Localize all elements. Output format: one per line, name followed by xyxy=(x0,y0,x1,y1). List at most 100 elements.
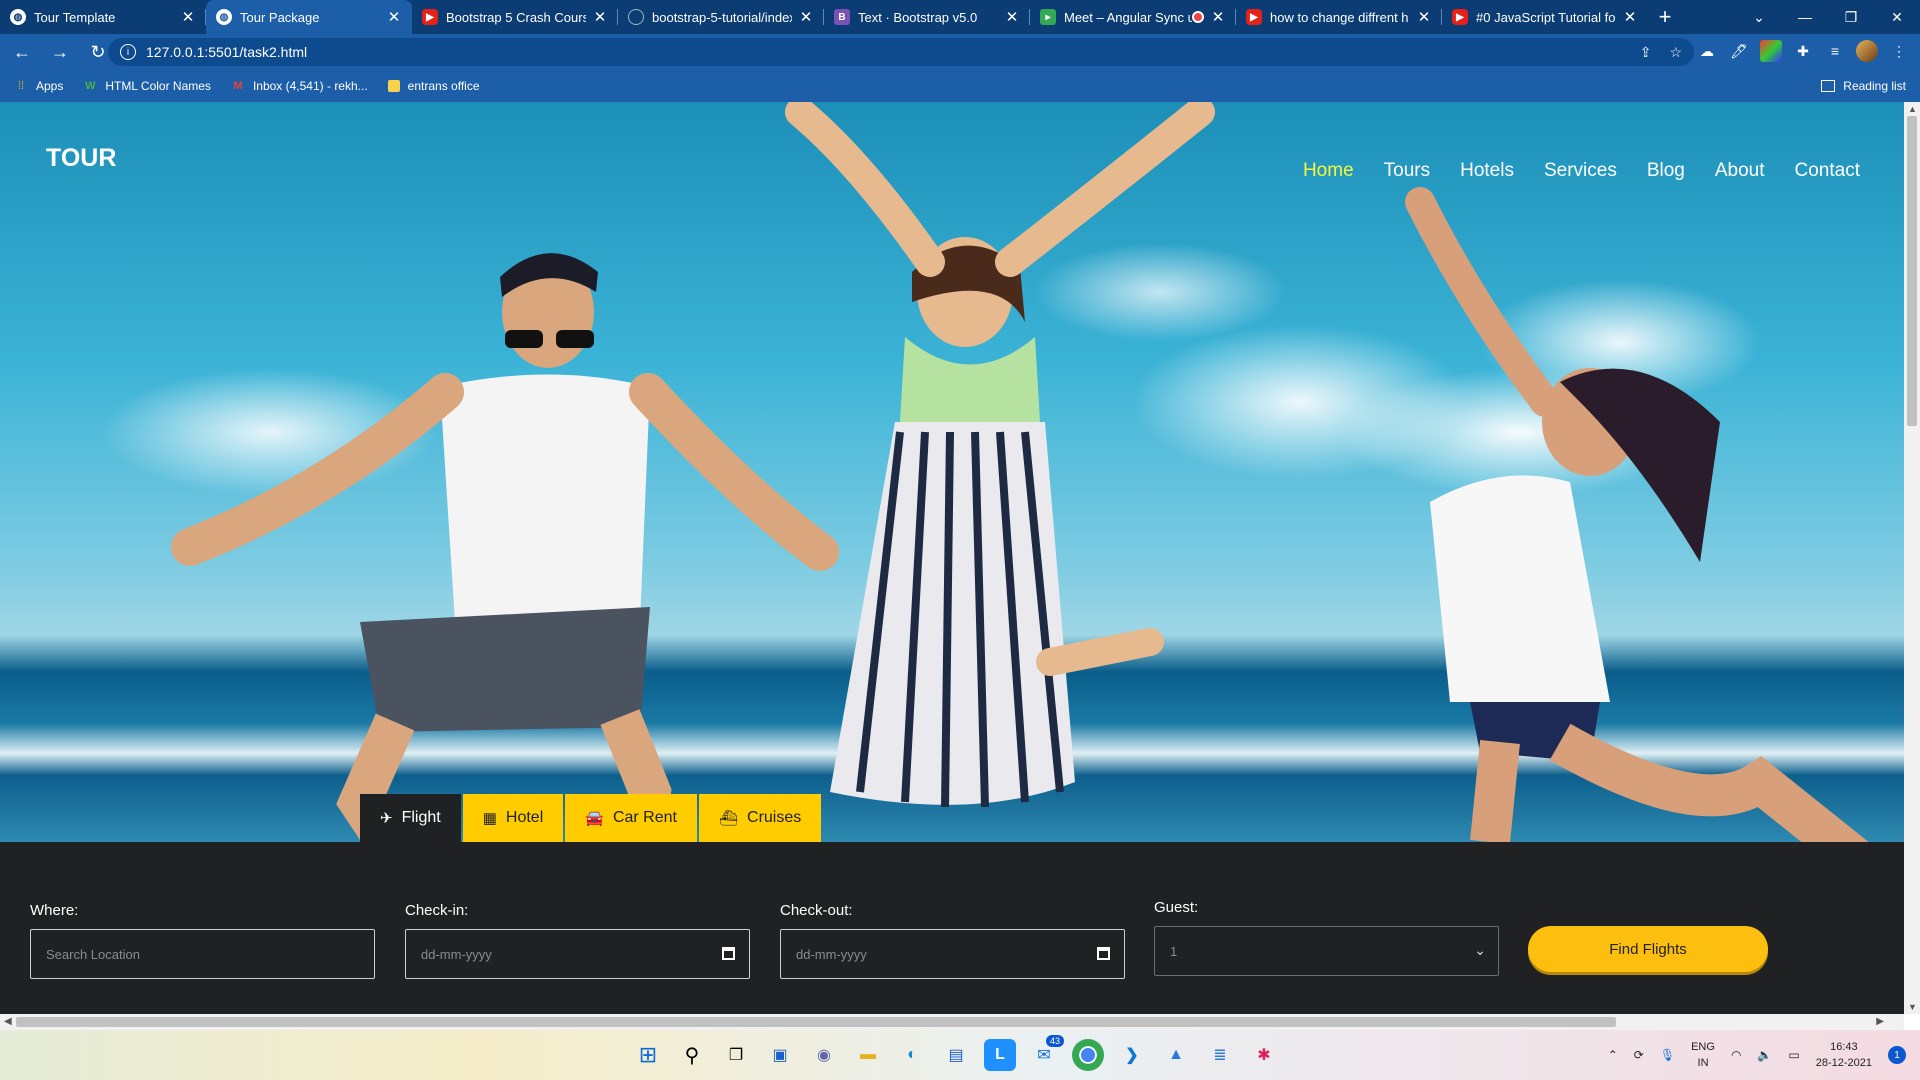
tab-label: Cruises xyxy=(747,809,802,826)
close-icon[interactable]: ✕ xyxy=(1210,8,1226,26)
github-icon xyxy=(628,9,644,25)
start-windows-icon[interactable]: ⊞ xyxy=(632,1039,664,1071)
checkin-field: Check-in: dd-mm-yyyy xyxy=(405,902,750,979)
chevron-up-icon[interactable]: ⌃ xyxy=(1608,1048,1618,1062)
url-text: 127.0.0.1:5501/task2.html xyxy=(146,44,308,60)
forward-button[interactable]: → xyxy=(44,36,76,68)
widgets-icon[interactable]: ▣ xyxy=(764,1039,796,1071)
notification-badge[interactable]: 1 xyxy=(1888,1046,1906,1064)
slack-icon[interactable]: ✱ xyxy=(1248,1039,1280,1071)
close-icon[interactable]: ✕ xyxy=(386,8,402,26)
nav-link-blog[interactable]: Blog xyxy=(1647,160,1685,182)
nav-link-home[interactable]: Home xyxy=(1303,160,1354,182)
bookmark-entrans[interactable]: entrans office xyxy=(387,79,480,93)
bookmark-star-icon[interactable]: ☆ xyxy=(1669,44,1682,61)
browser-tab[interactable]: ◍ Tour Template ✕ xyxy=(0,0,206,34)
menu-kebab-icon[interactable]: ⋮ xyxy=(1888,40,1910,62)
minimize-button[interactable]: — xyxy=(1782,0,1828,34)
close-icon[interactable]: ✕ xyxy=(1416,8,1432,26)
vscode-icon[interactable]: ❯ xyxy=(1116,1039,1148,1071)
calendar-icon[interactable] xyxy=(722,947,735,960)
search-icon[interactable]: ⚲ xyxy=(676,1039,708,1071)
bookmark-apps[interactable]: ⁞⁞ Apps xyxy=(14,79,63,93)
nav-link-services[interactable]: Services xyxy=(1544,160,1617,182)
browser-tab[interactable]: ▶ Bootstrap 5 Crash Course ✕ xyxy=(412,0,618,34)
close-icon[interactable]: ✕ xyxy=(798,8,814,26)
chrome-icon[interactable] xyxy=(1072,1039,1104,1071)
checkin-placeholder: dd-mm-yyyy xyxy=(421,946,492,962)
address-bar[interactable]: i 127.0.0.1:5501/task2.html ⇪ ☆ xyxy=(108,38,1694,66)
extensions-puzzle-icon[interactable]: ✚ xyxy=(1792,40,1814,62)
checkout-input[interactable]: dd-mm-yyyy xyxy=(780,929,1125,979)
calendar-icon[interactable] xyxy=(1097,947,1110,960)
store-icon[interactable]: ▤ xyxy=(940,1039,972,1071)
bookmark-html-colors[interactable]: W HTML Color Names xyxy=(83,79,211,93)
scroll-up-icon[interactable]: ▲ xyxy=(1908,104,1917,114)
nav-link-about[interactable]: About xyxy=(1715,160,1765,182)
clock[interactable]: 16:43 28-12-2021 xyxy=(1816,1039,1872,1071)
battery-icon[interactable]: ▭ xyxy=(1788,1048,1799,1062)
nav-link-contact[interactable]: Contact xyxy=(1795,160,1860,182)
browser-tab[interactable]: ▶ how to change diffrent h ✕ xyxy=(1236,0,1442,34)
close-window-button[interactable]: ✕ xyxy=(1874,0,1920,34)
new-tab-button[interactable]: + xyxy=(1648,0,1682,34)
site-info-icon[interactable]: i xyxy=(120,44,136,60)
scroll-right-icon[interactable]: ▶ xyxy=(1876,1016,1884,1027)
browser-tab[interactable]: B Text · Bootstrap v5.0 ✕ xyxy=(824,0,1030,34)
restore-button[interactable]: ❐ xyxy=(1828,0,1874,34)
volume-icon[interactable]: 🔈 xyxy=(1757,1048,1772,1062)
close-icon[interactable]: ✕ xyxy=(180,8,196,26)
l-app-icon[interactable]: L xyxy=(984,1039,1016,1071)
sync-icon[interactable]: ⟳ xyxy=(1634,1048,1644,1062)
nav-link-tours[interactable]: Tours xyxy=(1384,160,1430,182)
tab-cruises[interactable]: ⛴ Cruises xyxy=(698,794,822,842)
reading-list-button[interactable]: Reading list xyxy=(1821,70,1906,102)
scroll-left-icon[interactable]: ◀ xyxy=(4,1016,12,1027)
browser-tab-active[interactable]: ◍ Tour Package ✕ xyxy=(206,0,412,34)
close-icon[interactable]: ✕ xyxy=(592,8,608,26)
tab-title: Bootstrap 5 Crash Course xyxy=(446,9,586,25)
checkin-input[interactable]: dd-mm-yyyy xyxy=(405,929,750,979)
tab-title: #0 JavaScript Tutorial for B xyxy=(1476,9,1616,25)
task-view-icon[interactable]: ❐ xyxy=(720,1039,752,1071)
photos-icon[interactable]: ▲ xyxy=(1160,1039,1192,1071)
share-icon[interactable]: ⇪ xyxy=(1640,44,1652,61)
profile-avatar[interactable] xyxy=(1856,40,1878,62)
browser-tab[interactable]: ▸ Meet – Angular Sync u ✕ xyxy=(1030,0,1236,34)
folder-icon xyxy=(387,80,400,92)
extension-cloud-icon[interactable]: ☁ xyxy=(1696,40,1718,62)
vertical-scrollbar[interactable]: ▲ ▼ xyxy=(1904,102,1920,1014)
guest-select[interactable]: 1 ⌄ xyxy=(1154,926,1499,976)
tab-car-rent[interactable]: 🚘 Car Rent xyxy=(565,794,697,842)
tab-flight[interactable]: ✈ Flight xyxy=(360,794,461,842)
browser-tab[interactable]: bootstrap-5-tutorial/index ✕ xyxy=(618,0,824,34)
extension-dropper-icon[interactable]: 🖊 xyxy=(1728,40,1750,62)
notepad-icon[interactable]: ≣ xyxy=(1204,1039,1236,1071)
wifi-icon[interactable]: ◠ xyxy=(1731,1048,1741,1062)
back-button[interactable]: ← xyxy=(6,36,38,68)
tab-hotel[interactable]: ▦ Hotel xyxy=(462,794,564,842)
scroll-down-icon[interactable]: ▼ xyxy=(1908,1002,1917,1012)
find-flights-button[interactable]: Find Flights xyxy=(1528,926,1768,972)
edge-icon[interactable]: ◐ xyxy=(896,1039,928,1071)
browser-tab[interactable]: ▶ #0 JavaScript Tutorial for B ✕ xyxy=(1442,0,1648,34)
extensions-area: ☁ 🖊 ✚ ≡ ⋮ xyxy=(1696,40,1910,62)
language-indicator[interactable]: ENG IN xyxy=(1691,1039,1715,1071)
close-icon[interactable]: ✕ xyxy=(1004,8,1020,26)
close-icon[interactable]: ✕ xyxy=(1622,8,1638,26)
teams-chat-icon[interactable]: ◉ xyxy=(808,1039,840,1071)
horizontal-scroll-thumb[interactable] xyxy=(16,1017,1616,1027)
microphone-icon[interactable]: 🎙 xyxy=(1660,1048,1675,1062)
file-explorer-icon[interactable]: ▬ xyxy=(852,1039,884,1071)
nav-link-hotels[interactable]: Hotels xyxy=(1460,160,1514,182)
vertical-scroll-thumb[interactable] xyxy=(1907,116,1917,426)
where-input[interactable]: Search Location xyxy=(30,929,375,979)
media-control-icon[interactable]: ≡ xyxy=(1824,40,1846,62)
mail-icon[interactable]: ✉ 43 xyxy=(1028,1035,1064,1071)
horizontal-scrollbar[interactable]: ◀ ▶ xyxy=(0,1014,1904,1030)
extension-color-icon[interactable] xyxy=(1760,40,1782,62)
browser-tab-strip: ◍ Tour Template ✕ ◍ Tour Package ✕ ▶ Boo… xyxy=(0,0,1920,34)
tab-search-icon[interactable]: ⌄ xyxy=(1736,0,1782,34)
bookmark-inbox[interactable]: M Inbox (4,541) - rekh... xyxy=(231,79,367,93)
site-logo[interactable]: TOUR xyxy=(46,144,116,173)
